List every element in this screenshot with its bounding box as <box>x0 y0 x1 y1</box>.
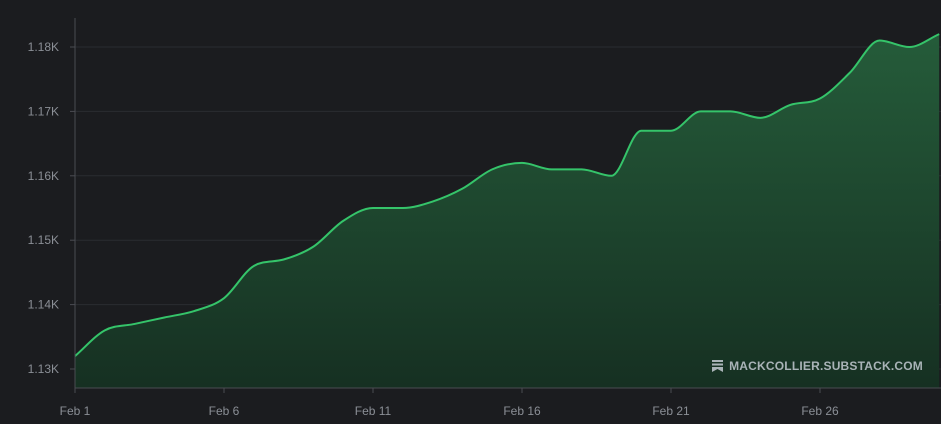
y-tick-label: 1.18K <box>28 40 59 54</box>
x-tick-label: Feb 16 <box>503 404 541 418</box>
area-fill <box>75 34 940 389</box>
y-axis-ticks: 1.13K 1.14K 1.15K 1.16K 1.17K 1.18K <box>28 40 75 376</box>
x-tick-label: Feb 1 <box>60 404 91 418</box>
y-tick-label: 1.15K <box>28 233 59 247</box>
x-tick-label: Feb 21 <box>652 404 690 418</box>
y-tick-label: 1.14K <box>28 298 59 312</box>
y-tick-label: 1.16K <box>28 169 59 183</box>
y-tick-label: 1.13K <box>28 362 59 376</box>
chart-container: 1.13K 1.14K 1.15K 1.16K 1.17K 1.18K Feb 1 Feb … <box>0 0 941 424</box>
y-tick-label: 1.17K <box>28 104 59 118</box>
x-axis-ticks: Feb 1 Feb 6 Feb 11 Feb 16 Feb 21 Feb 26 <box>60 388 839 418</box>
x-tick-label: Feb 6 <box>209 404 240 418</box>
substack-logo-icon <box>712 360 724 372</box>
x-tick-label: Feb 26 <box>801 404 839 418</box>
watermark-text: MACKCOLLIER.SUBSTACK.COM <box>729 359 923 373</box>
x-tick-label: Feb 11 <box>355 404 392 418</box>
watermark: MACKCOLLIER.SUBSTACK.COM <box>712 359 923 373</box>
